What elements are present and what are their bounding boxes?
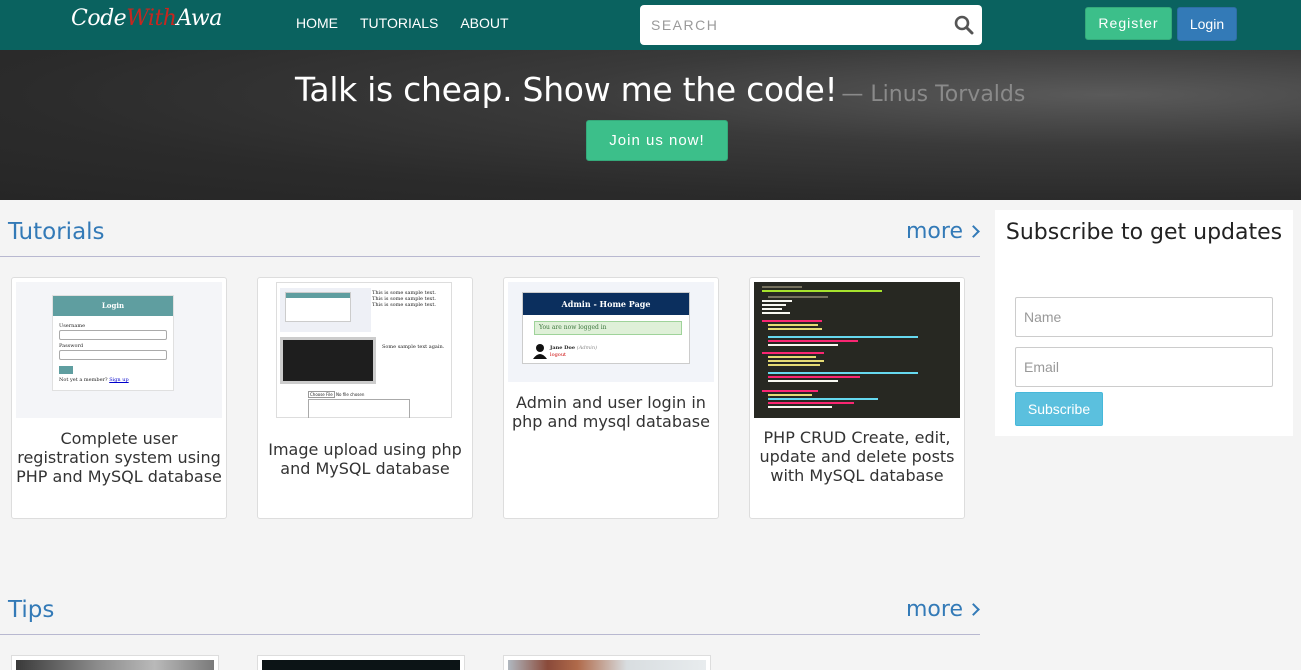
quote-text: Talk is cheap. Show me the code! <box>295 70 838 109</box>
subscribe-button[interactable]: Subscribe <box>1015 392 1103 426</box>
tutorial-thumbnail: This is some sample text. This is some s… <box>262 282 468 418</box>
tutorial-caption: PHP CRUD Create, edit, update and delete… <box>759 428 955 485</box>
tutorial-caption: Complete user registration system using … <box>16 429 222 486</box>
user-avatar-icon <box>533 344 547 359</box>
login-button[interactable]: Login <box>1177 7 1237 41</box>
login-form-preview: Login Username Password Not yet a member… <box>52 295 174 391</box>
tutorial-thumbnail: Admin - Home Page You are now logged in … <box>508 282 714 382</box>
preview-code-image <box>280 337 376 384</box>
subscribe-panel: Subscribe to get updates Subscribe <box>995 210 1293 436</box>
search-input[interactable] <box>640 5 940 45</box>
code-screenshot <box>762 286 918 408</box>
preview-alert: You are now logged in <box>534 321 682 335</box>
hero-banner: Talk is cheap. Show me the code! — Linus … <box>0 50 1301 200</box>
preview-label: Password <box>59 343 84 349</box>
preview-footer: Not yet a member? Sign up <box>59 377 129 383</box>
tip-card[interactable] <box>503 655 711 670</box>
navbar: CodeWithAwa HOME TUTORIALS ABOUT Registe… <box>0 0 1301 50</box>
register-button[interactable]: Register <box>1085 7 1172 40</box>
chevron-right-icon <box>967 603 980 616</box>
hero-quote: Talk is cheap. Show me the code! — Linus … <box>295 70 1025 109</box>
admin-page-preview: Admin - Home Page You are now logged in … <box>522 292 690 364</box>
tip-card[interactable] <box>11 655 219 670</box>
preview-button <box>59 366 73 374</box>
tutorials-heading: Tutorials <box>8 219 105 245</box>
tip-thumbnail <box>262 660 460 670</box>
preview-textarea <box>308 399 410 418</box>
tutorial-thumbnail: Login Username Password Not yet a member… <box>16 282 222 418</box>
preview-logout: logout <box>550 352 567 358</box>
tutorial-caption: Image upload using php and MySQL databas… <box>268 440 462 478</box>
quote-author: — Linus Torvalds <box>841 82 1026 107</box>
search-box <box>640 5 982 45</box>
tips-more-link[interactable]: more <box>906 597 980 622</box>
chevron-right-icon <box>967 225 980 238</box>
tutorial-card[interactable]: Login Username Password Not yet a member… <box>11 277 227 519</box>
tips-divider <box>0 634 980 635</box>
nav-links: HOME TUTORIALS ABOUT <box>296 15 509 31</box>
name-field[interactable] <box>1015 297 1273 337</box>
logo-awa: Awa <box>176 6 222 31</box>
more-label: more <box>906 219 963 244</box>
tutorials-divider <box>0 256 980 257</box>
tips-heading: Tips <box>8 597 55 623</box>
preview-label: Username <box>59 323 86 329</box>
tip-thumbnail <box>16 660 214 670</box>
tutorial-card[interactable]: Admin - Home Page You are now logged in … <box>503 277 719 519</box>
preview-image <box>280 288 371 332</box>
logo-with: With <box>126 6 177 31</box>
email-field[interactable] <box>1015 347 1273 387</box>
subscribe-title: Subscribe to get updates <box>1005 220 1283 245</box>
preview-file-row: Choose File No file chosen <box>308 391 365 398</box>
join-button[interactable]: Join us now! <box>586 120 728 161</box>
nav-tutorials[interactable]: TUTORIALS <box>360 15 438 31</box>
preview-text: This is some sample text. This is some s… <box>372 290 436 308</box>
logo-code: Code <box>71 6 127 31</box>
preview-header: Admin - Home Page <box>523 293 689 315</box>
preview-input <box>59 330 167 340</box>
more-label: more <box>906 597 963 622</box>
tutorial-thumbnail <box>754 282 960 418</box>
nav-home[interactable]: HOME <box>296 15 338 31</box>
tip-thumbnail <box>508 660 706 670</box>
tutorial-card[interactable]: This is some sample text. This is some s… <box>257 277 473 519</box>
search-icon[interactable] <box>954 15 974 35</box>
preview-input <box>59 350 167 360</box>
preview-header: Login <box>53 296 173 316</box>
tutorial-caption: Admin and user login in php and mysql da… <box>512 393 710 431</box>
preview-username: Jane Doe (Admin) <box>550 345 598 351</box>
nav-about[interactable]: ABOUT <box>460 15 508 31</box>
tutorial-card[interactable]: PHP CRUD Create, edit, update and delete… <box>749 277 965 519</box>
tip-card[interactable] <box>257 655 465 670</box>
preview-text: Some sample text again. <box>382 344 445 350</box>
site-logo[interactable]: CodeWithAwa <box>71 6 222 31</box>
tutorials-more-link[interactable]: more <box>906 219 980 244</box>
